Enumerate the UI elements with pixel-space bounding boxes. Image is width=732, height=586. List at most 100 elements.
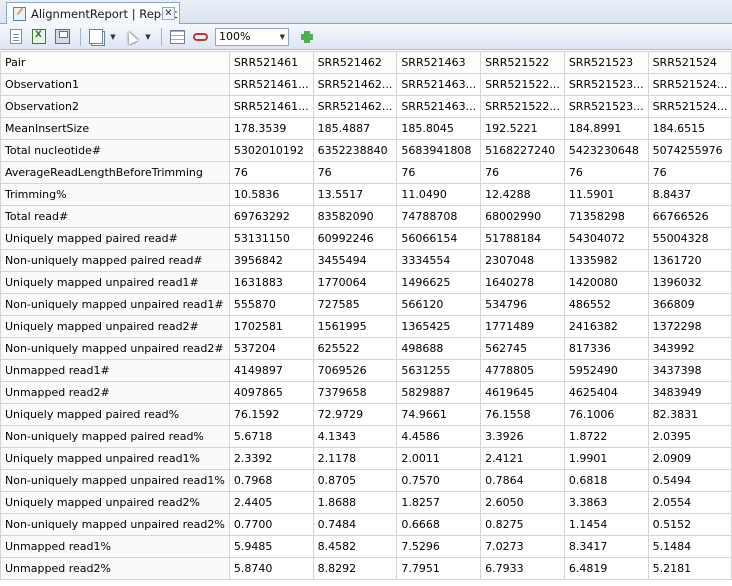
value-cell[interactable]: 5168227240 (480, 139, 565, 162)
value-cell[interactable]: 817336 (563, 337, 649, 360)
value-cell[interactable]: 4097865 (228, 381, 314, 404)
row-label-cell[interactable]: Unmapped read2# (0, 381, 230, 404)
value-cell[interactable]: 178.3539 (228, 117, 314, 140)
value-cell[interactable]: 0.8705 (312, 469, 398, 492)
value-cell[interactable]: SRR521463... (396, 73, 482, 96)
value-cell[interactable]: 13.5517 (312, 183, 398, 206)
value-cell[interactable]: 82.3831 (647, 403, 732, 426)
value-cell[interactable]: 0.7484 (312, 513, 398, 536)
value-cell[interactable]: 366809 (647, 293, 732, 316)
value-cell[interactable]: 51788184 (480, 227, 565, 250)
value-cell[interactable]: 53131150 (228, 227, 314, 250)
value-cell[interactable]: 55004328 (647, 227, 732, 250)
value-cell[interactable]: 0.5494 (647, 469, 732, 492)
value-cell[interactable]: 4619645 (480, 381, 565, 404)
row-label-cell[interactable]: Observation2 (0, 95, 230, 118)
value-cell[interactable]: 1396032 (647, 271, 732, 294)
value-cell[interactable]: SRR521463... (396, 95, 482, 118)
value-cell[interactable]: SRR521461... (228, 73, 314, 96)
value-cell[interactable]: 11.5901 (563, 183, 649, 206)
row-label-cell[interactable]: Non-uniquely mapped unpaired read1# (0, 293, 230, 316)
value-cell[interactable]: 1361720 (647, 249, 732, 272)
value-cell[interactable]: 5829887 (396, 381, 482, 404)
value-cell[interactable]: SRR521523... (563, 73, 649, 96)
value-cell[interactable]: SRR521462... (312, 95, 398, 118)
value-cell[interactable]: 0.7968 (228, 469, 314, 492)
value-cell[interactable]: 192.5221 (480, 117, 565, 140)
column-header-sample[interactable]: SRR521463 (396, 51, 482, 74)
row-label-cell[interactable]: Total read# (0, 205, 230, 228)
row-label-cell[interactable]: Uniquely mapped paired read# (0, 227, 230, 250)
value-cell[interactable]: 2.0395 (647, 425, 732, 448)
column-header-sample[interactable]: SRR521524 (647, 51, 732, 74)
value-cell[interactable]: 3334554 (396, 249, 482, 272)
value-cell[interactable]: SRR521462... (312, 73, 398, 96)
row-label-cell[interactable]: Uniquely mapped paired read% (0, 403, 230, 426)
value-cell[interactable]: 1496625 (396, 271, 482, 294)
value-cell[interactable]: 0.8275 (480, 513, 565, 536)
row-label-cell[interactable]: Unmapped read2% (0, 557, 230, 580)
value-cell[interactable]: 185.8045 (396, 117, 482, 140)
row-label-cell[interactable]: Trimming% (0, 183, 230, 206)
value-cell[interactable]: 5952490 (563, 359, 649, 382)
row-label-cell[interactable]: Unmapped read1# (0, 359, 230, 382)
table-view-button[interactable] (167, 27, 187, 47)
tab-alignment-report[interactable]: AlignmentReport | Report ✕ (6, 2, 180, 24)
value-cell[interactable]: 7.5296 (396, 535, 482, 558)
value-cell[interactable]: 8.3417 (563, 535, 649, 558)
value-cell[interactable]: SRR521461... (228, 95, 314, 118)
value-cell[interactable]: 1561995 (312, 315, 398, 338)
value-cell[interactable]: 2.0011 (396, 447, 482, 470)
value-cell[interactable]: 6352238840 (312, 139, 398, 162)
value-cell[interactable]: 566120 (396, 293, 482, 316)
value-cell[interactable]: 69763292 (228, 205, 314, 228)
value-cell[interactable]: 184.8991 (563, 117, 649, 140)
value-cell[interactable]: 83582090 (312, 205, 398, 228)
value-cell[interactable]: 185.4887 (312, 117, 398, 140)
value-cell[interactable]: 76.1558 (480, 403, 565, 426)
value-cell[interactable]: 5683941808 (396, 139, 482, 162)
row-label-cell[interactable]: Uniquely mapped unpaired read1# (0, 271, 230, 294)
value-cell[interactable]: 1771489 (480, 315, 565, 338)
value-cell[interactable]: 5074255976 (647, 139, 732, 162)
value-cell[interactable]: 537204 (228, 337, 314, 360)
value-cell[interactable]: SRR521522... (480, 73, 565, 96)
value-cell[interactable]: 1.8722 (563, 425, 649, 448)
value-cell[interactable]: 3437398 (647, 359, 732, 382)
row-label-cell[interactable]: MeanInsertSize (0, 117, 230, 140)
value-cell[interactable]: 2.0909 (647, 447, 732, 470)
value-cell[interactable]: 7.0273 (480, 535, 565, 558)
value-cell[interactable]: 3455494 (312, 249, 398, 272)
value-cell[interactable]: 5302010192 (228, 139, 314, 162)
value-cell[interactable]: 60992246 (312, 227, 398, 250)
value-cell[interactable]: SRR521522... (480, 95, 565, 118)
value-cell[interactable]: 3.3863 (563, 491, 649, 514)
zoom-select[interactable]: 100% ▼ (215, 27, 289, 46)
link-button[interactable] (190, 27, 210, 47)
value-cell[interactable]: 6.7933 (480, 557, 565, 580)
value-cell[interactable]: 2.4405 (228, 491, 314, 514)
value-cell[interactable]: 4625404 (563, 381, 649, 404)
column-header-sample[interactable]: SRR521523 (563, 51, 649, 74)
value-cell[interactable]: 555870 (228, 293, 314, 316)
value-cell[interactable]: 76 (480, 161, 565, 184)
value-cell[interactable]: 1.8257 (396, 491, 482, 514)
value-cell[interactable]: 54304072 (563, 227, 649, 250)
new-document-button[interactable] (6, 27, 26, 47)
value-cell[interactable]: 562745 (480, 337, 565, 360)
value-cell[interactable]: 7069526 (312, 359, 398, 382)
value-cell[interactable]: 10.5836 (228, 183, 314, 206)
close-icon[interactable]: ✕ (162, 7, 175, 20)
value-cell[interactable]: 76 (563, 161, 649, 184)
value-cell[interactable]: 1.1454 (563, 513, 649, 536)
row-label-cell[interactable]: Non-uniquely mapped unpaired read2% (0, 513, 230, 536)
value-cell[interactable]: 2416382 (563, 315, 649, 338)
value-cell[interactable]: 2.6050 (480, 491, 565, 514)
value-cell[interactable]: 625522 (312, 337, 398, 360)
value-cell[interactable]: 5.9485 (228, 535, 314, 558)
value-cell[interactable]: 727585 (312, 293, 398, 316)
copy-pages-button[interactable] (86, 27, 106, 47)
value-cell[interactable]: 76 (312, 161, 398, 184)
value-cell[interactable]: 76 (647, 161, 732, 184)
value-cell[interactable]: 11.0490 (396, 183, 482, 206)
